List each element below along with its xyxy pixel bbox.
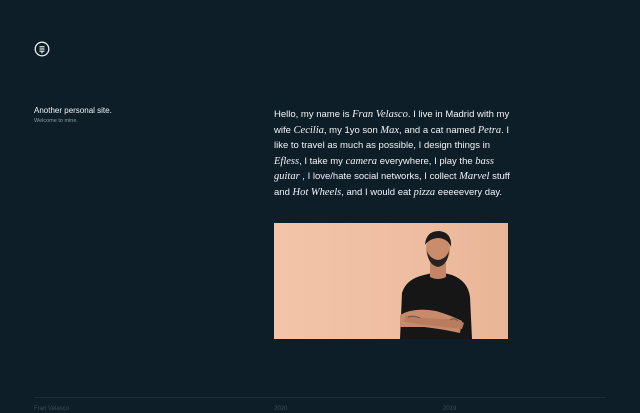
footer-divider — [34, 397, 606, 398]
site-subtitle: Welcome to mine. — [34, 118, 78, 124]
site-intro: Another personal site. Welcome to mine. — [34, 106, 112, 125]
wife-highlight: Cecilia — [293, 124, 324, 136]
pizza-highlight: pizza — [413, 186, 436, 198]
hotwheels-highlight: Hot Wheels — [292, 186, 342, 198]
name-highlight: Fran Velasco — [352, 109, 408, 120]
cat-highlight: Petra — [477, 124, 502, 136]
son-highlight: Max — [380, 124, 400, 136]
efless-logo-icon[interactable] — [34, 41, 50, 57]
company-link[interactable]: Efless — [274, 156, 299, 167]
camera-highlight: camera — [345, 155, 378, 167]
portrait-photo — [274, 223, 508, 339]
marvel-highlight: Marvel — [459, 171, 490, 182]
site-title: Another personal site. — [34, 106, 112, 115]
bio-paragraph: Hello, my name is Fran Velasco. I live i… — [274, 109, 510, 198]
